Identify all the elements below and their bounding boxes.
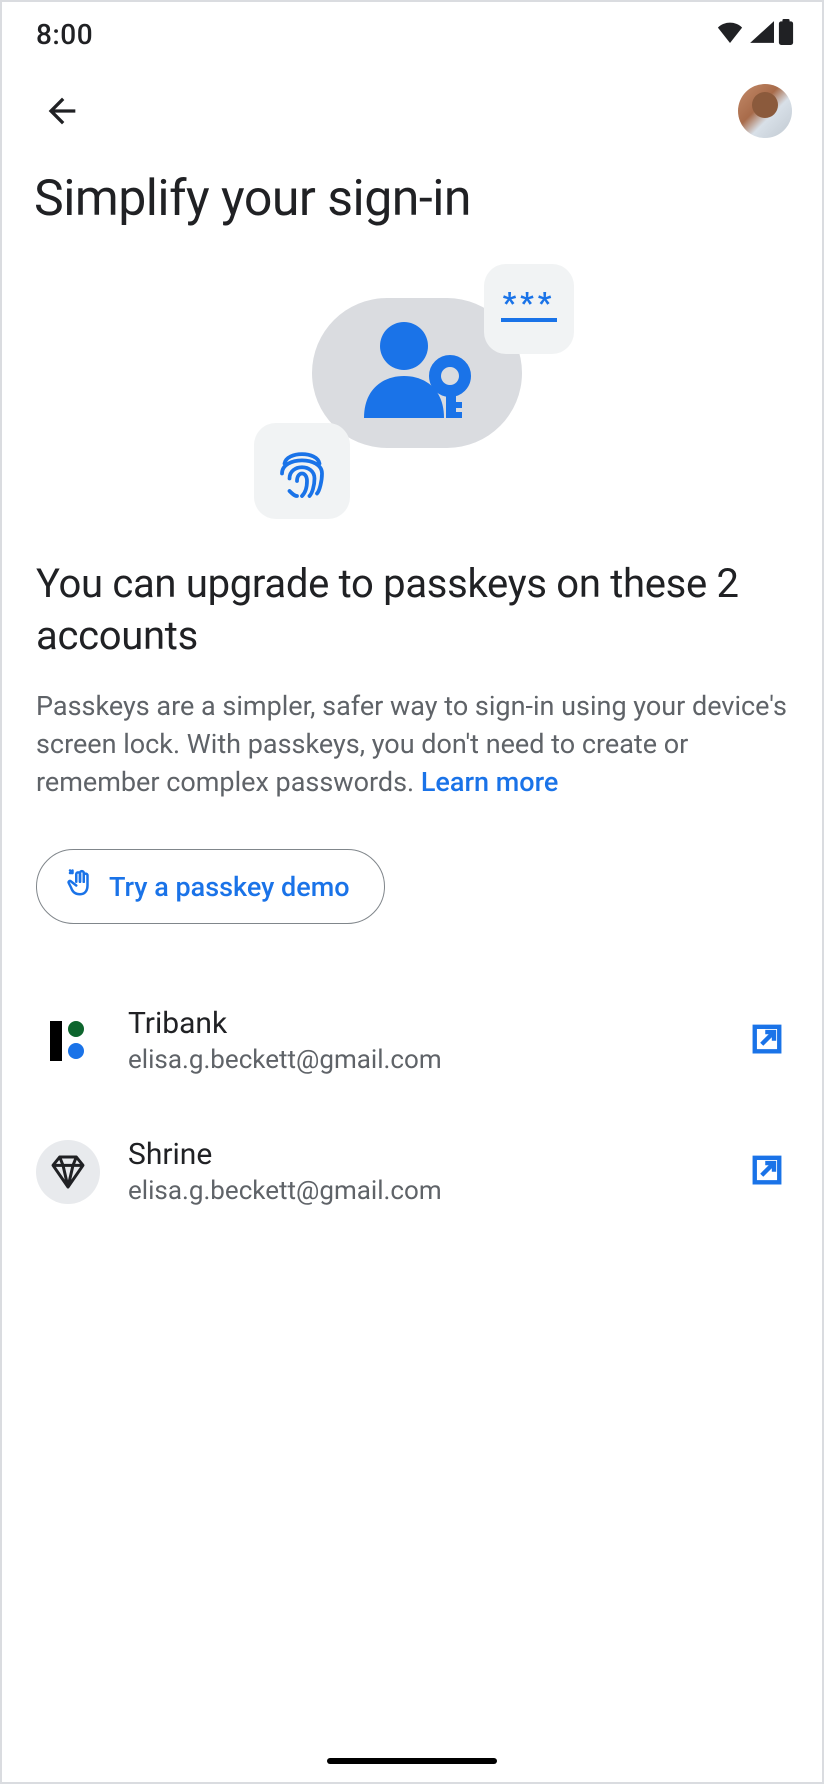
learn-more-link[interactable]: Learn more <box>421 766 558 798</box>
password-mask: *** <box>503 296 556 312</box>
fingerprint-icon <box>254 423 350 519</box>
account-name: Tribank <box>128 1006 718 1041</box>
arrow-left-icon <box>42 91 82 131</box>
hand-icon <box>65 868 95 905</box>
person-key-icon <box>354 318 474 432</box>
status-icons <box>716 19 794 49</box>
app-bar <box>2 62 822 148</box>
password-icon: *** <box>484 264 574 354</box>
account-email: elisa.g.beckett@gmail.com <box>128 1176 718 1206</box>
account-list: Tribank elisa.g.beckett@gmail.com Shrine… <box>36 988 788 1224</box>
navigation-handle[interactable] <box>327 1758 497 1764</box>
hero-illustration: *** <box>2 258 822 538</box>
wifi-icon <box>716 21 744 47</box>
page-title: Simplify your sign-in <box>2 148 822 228</box>
demo-button-label: Try a passkey demo <box>109 871 350 903</box>
account-email: elisa.g.beckett@gmail.com <box>128 1045 718 1075</box>
battery-icon <box>778 19 794 49</box>
section-body: Passkeys are a simpler, safer way to sig… <box>36 688 788 801</box>
account-name: Shrine <box>128 1137 718 1172</box>
status-time: 8:00 <box>36 18 93 51</box>
try-passkey-demo-button[interactable]: Try a passkey demo <box>36 849 385 924</box>
open-external-icon[interactable] <box>746 1018 788 1064</box>
back-button[interactable] <box>40 89 84 133</box>
section-subhead: You can upgrade to passkeys on these 2 a… <box>36 558 788 662</box>
open-external-icon[interactable] <box>746 1149 788 1195</box>
profile-avatar[interactable] <box>738 84 792 138</box>
account-row-shrine[interactable]: Shrine elisa.g.beckett@gmail.com <box>36 1119 788 1224</box>
status-bar: 8:00 <box>2 2 822 62</box>
diamond-icon <box>48 1152 88 1192</box>
cellular-icon <box>748 21 774 47</box>
shrine-app-icon <box>36 1140 100 1204</box>
section-body-text: Passkeys are a simpler, safer way to sig… <box>36 690 787 798</box>
account-row-tribank[interactable]: Tribank elisa.g.beckett@gmail.com <box>36 988 788 1093</box>
tribank-app-icon <box>36 1009 100 1073</box>
